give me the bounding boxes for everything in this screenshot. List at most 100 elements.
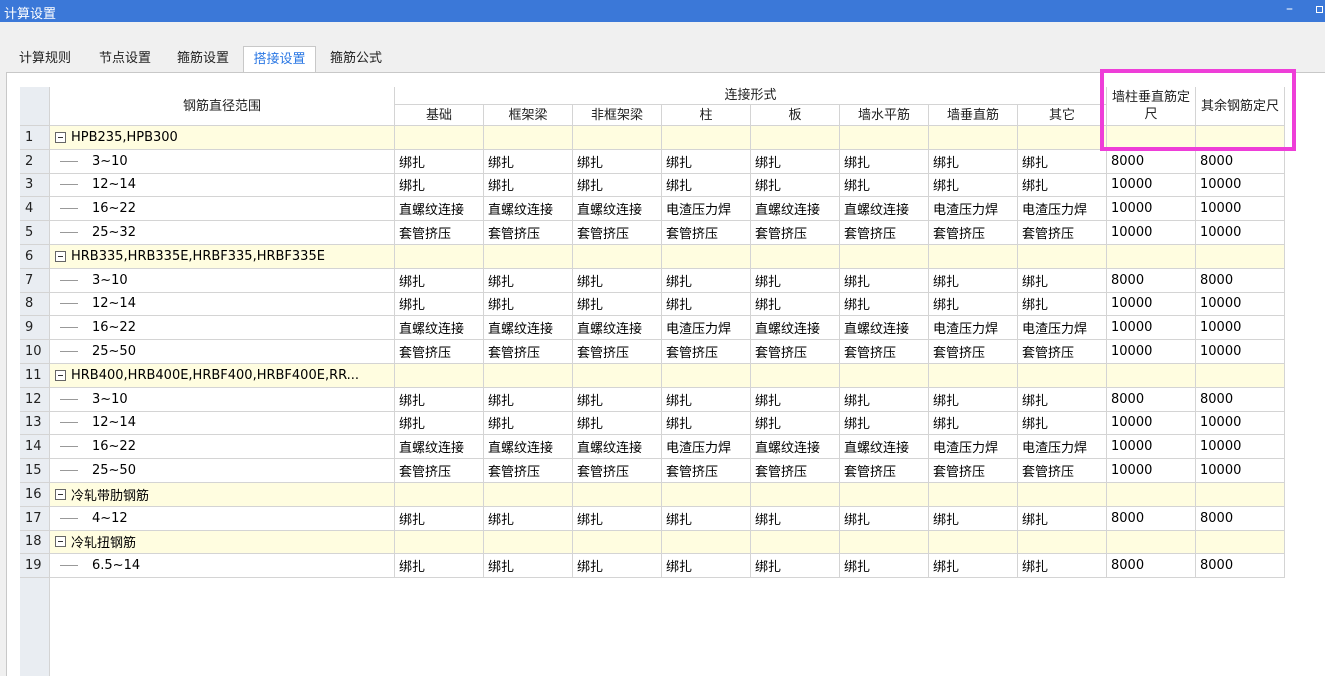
range-cell[interactable]: 16~22 xyxy=(50,316,395,341)
connection-cell[interactable]: 绑扎 xyxy=(484,554,573,579)
connection-cell[interactable] xyxy=(929,126,1018,150)
connection-cell[interactable] xyxy=(840,245,929,269)
range-cell[interactable]: 6.5~14 xyxy=(50,554,395,579)
other-length-cell[interactable]: 10000 xyxy=(1196,316,1285,341)
wall-length-cell[interactable]: 10000 xyxy=(1107,316,1196,341)
other-length-cell[interactable] xyxy=(1196,126,1285,150)
wall-length-cell[interactable] xyxy=(1107,245,1196,269)
connection-cell[interactable] xyxy=(662,126,751,150)
connection-cell[interactable] xyxy=(929,483,1018,507)
connection-cell[interactable]: 套管挤压 xyxy=(840,459,929,483)
connection-cell[interactable]: 直螺纹连接 xyxy=(395,316,484,341)
connection-cell[interactable] xyxy=(573,530,662,555)
connection-cell[interactable]: 绑扎 xyxy=(1018,292,1107,317)
connection-cell[interactable]: 套管挤压 xyxy=(573,340,662,364)
connection-cell[interactable]: 直螺纹连接 xyxy=(751,316,840,341)
connection-cell[interactable]: 电渣压力焊 xyxy=(662,197,751,222)
wall-length-cell[interactable]: 10000 xyxy=(1107,411,1196,436)
collapse-icon[interactable] xyxy=(55,536,66,548)
connection-cell[interactable] xyxy=(751,126,840,150)
connection-cell[interactable] xyxy=(484,126,573,150)
connection-cell[interactable]: 直螺纹连接 xyxy=(484,316,573,341)
collapse-icon[interactable] xyxy=(55,250,66,262)
connection-cell[interactable] xyxy=(751,245,840,269)
range-cell[interactable]: 4~12 xyxy=(50,506,395,531)
connection-cell[interactable]: 套管挤压 xyxy=(662,340,751,364)
connection-cell[interactable] xyxy=(484,483,573,507)
other-length-cell[interactable]: 10000 xyxy=(1196,435,1285,460)
wall-length-cell[interactable]: 10000 xyxy=(1107,340,1196,364)
connection-cell[interactable]: 绑扎 xyxy=(751,149,840,174)
connection-cell[interactable]: 绑扎 xyxy=(840,554,929,579)
connection-cell[interactable]: 电渣压力焊 xyxy=(929,435,1018,460)
wall-length-cell[interactable]: 8000 xyxy=(1107,149,1196,174)
range-cell[interactable]: 16~22 xyxy=(50,435,395,460)
group-range-cell[interactable]: 冷轧扭钢筋 xyxy=(50,530,395,555)
other-length-cell[interactable] xyxy=(1196,530,1285,555)
connection-cell[interactable] xyxy=(395,483,484,507)
connection-cell[interactable]: 绑扎 xyxy=(1018,268,1107,293)
connection-cell[interactable]: 套管挤压 xyxy=(395,459,484,483)
connection-cell[interactable]: 绑扎 xyxy=(840,149,929,174)
wall-length-cell[interactable] xyxy=(1107,364,1196,388)
other-length-cell[interactable] xyxy=(1196,483,1285,507)
connection-cell[interactable]: 直螺纹连接 xyxy=(840,435,929,460)
connection-cell[interactable]: 绑扎 xyxy=(751,387,840,412)
connection-cell[interactable]: 绑扎 xyxy=(929,554,1018,579)
connection-cell[interactable]: 绑扎 xyxy=(1018,387,1107,412)
connection-cell[interactable]: 绑扎 xyxy=(573,554,662,579)
connection-cell[interactable] xyxy=(840,126,929,150)
connection-cell[interactable] xyxy=(484,530,573,555)
wall-length-cell[interactable]: 8000 xyxy=(1107,268,1196,293)
connection-cell[interactable]: 套管挤压 xyxy=(840,221,929,245)
wall-length-cell[interactable]: 8000 xyxy=(1107,387,1196,412)
connection-cell[interactable]: 绑扎 xyxy=(929,411,1018,436)
connection-cell[interactable]: 绑扎 xyxy=(751,506,840,531)
connection-cell[interactable]: 绑扎 xyxy=(573,149,662,174)
minimize-button[interactable]: – xyxy=(1286,1,1293,17)
connection-cell[interactable]: 绑扎 xyxy=(395,173,484,198)
connection-cell[interactable]: 直螺纹连接 xyxy=(395,197,484,222)
collapse-icon[interactable] xyxy=(55,131,66,143)
connection-cell[interactable]: 套管挤压 xyxy=(929,340,1018,364)
tab-node-settings[interactable]: 节点设置 xyxy=(87,46,163,72)
connection-cell[interactable] xyxy=(751,364,840,388)
connection-cell[interactable]: 直螺纹连接 xyxy=(751,197,840,222)
connection-cell[interactable] xyxy=(1018,245,1107,269)
connection-cell[interactable]: 绑扎 xyxy=(484,411,573,436)
connection-cell[interactable] xyxy=(929,245,1018,269)
other-length-cell[interactable]: 8000 xyxy=(1196,506,1285,531)
connection-cell[interactable]: 套管挤压 xyxy=(662,221,751,245)
connection-cell[interactable]: 绑扎 xyxy=(1018,506,1107,531)
connection-cell[interactable]: 绑扎 xyxy=(573,292,662,317)
group-range-cell[interactable]: HRB400,HRB400E,HRBF400,HRBF400E,RR... xyxy=(50,364,395,388)
connection-cell[interactable]: 绑扎 xyxy=(840,411,929,436)
connection-cell[interactable] xyxy=(573,483,662,507)
connection-cell[interactable]: 套管挤压 xyxy=(573,221,662,245)
connection-cell[interactable]: 套管挤压 xyxy=(751,459,840,483)
connection-cell[interactable] xyxy=(395,364,484,388)
range-cell[interactable]: 25~50 xyxy=(50,459,395,483)
range-cell[interactable]: 12~14 xyxy=(50,292,395,317)
connection-cell[interactable]: 绑扎 xyxy=(395,292,484,317)
connection-cell[interactable] xyxy=(662,530,751,555)
range-cell[interactable]: 16~22 xyxy=(50,197,395,222)
wall-length-cell[interactable]: 8000 xyxy=(1107,506,1196,531)
other-length-cell[interactable]: 10000 xyxy=(1196,411,1285,436)
connection-cell[interactable]: 绑扎 xyxy=(929,506,1018,531)
connection-cell[interactable]: 直螺纹连接 xyxy=(751,435,840,460)
connection-cell[interactable] xyxy=(1018,364,1107,388)
connection-cell[interactable]: 套管挤压 xyxy=(484,459,573,483)
connection-cell[interactable] xyxy=(395,245,484,269)
connection-cell[interactable] xyxy=(751,530,840,555)
connection-cell[interactable]: 直螺纹连接 xyxy=(573,316,662,341)
connection-cell[interactable]: 电渣压力焊 xyxy=(929,316,1018,341)
range-cell[interactable]: 3~10 xyxy=(50,149,395,174)
other-length-cell[interactable] xyxy=(1196,364,1285,388)
connection-cell[interactable]: 绑扎 xyxy=(662,554,751,579)
connection-cell[interactable]: 绑扎 xyxy=(484,387,573,412)
connection-cell[interactable]: 绑扎 xyxy=(751,268,840,293)
other-length-cell[interactable]: 8000 xyxy=(1196,149,1285,174)
connection-cell[interactable]: 绑扎 xyxy=(573,173,662,198)
connection-cell[interactable] xyxy=(929,364,1018,388)
